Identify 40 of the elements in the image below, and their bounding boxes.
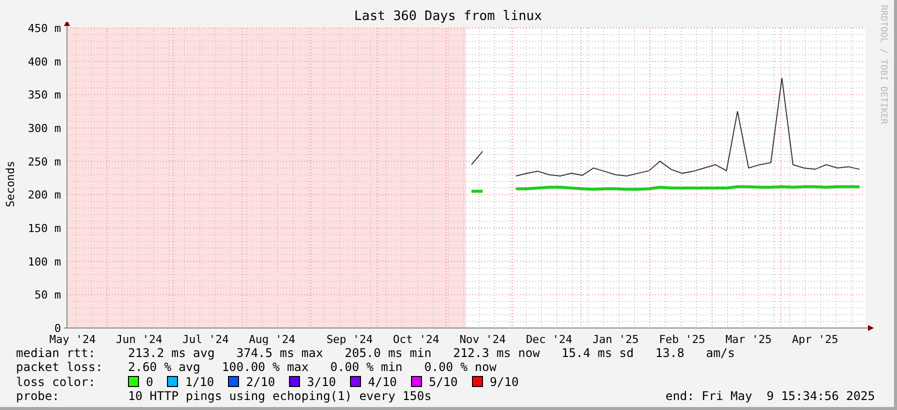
x-tick-label: Aug '24 bbox=[248, 333, 296, 345]
y-tick-label: 0 bbox=[54, 322, 61, 335]
credit-text: RRDTOOL / TOBI OETIKER bbox=[878, 5, 888, 124]
y-tick-label: 400 m bbox=[28, 55, 61, 68]
x-tick-label: Feb '25 bbox=[658, 333, 706, 345]
y-tick-label: 200 m bbox=[28, 188, 61, 202]
loss-color-value: 5/10 bbox=[428, 374, 458, 389]
probe-description: 10 HTTP pings using echoping(1) every 150s bbox=[128, 388, 432, 404]
chart-title: Last 360 Days from linux bbox=[353, 8, 542, 22]
y-tick-label: 350 m bbox=[28, 88, 61, 102]
y-axis-label: Seconds bbox=[5, 160, 17, 207]
loss-color-value: 4/10 bbox=[368, 374, 397, 389]
packet-loss-values: 2.60 % avg 100.00 % max 0.00 % min 0.00 % now bbox=[128, 360, 496, 375]
x-tick-label: Dec '24 bbox=[526, 333, 572, 345]
loss-color-value: 3/10 bbox=[307, 374, 336, 389]
median-rtt-values: 213.2 ms avg 374.5 ms max 205.0 ms min 212.3 ms now 15.4 ms sd 13.8 am/s bbox=[128, 346, 735, 360]
x-tick-label: Oct '24 bbox=[392, 333, 440, 345]
x-tick-label: Jun '24 bbox=[116, 333, 162, 345]
y-tick-label: 150 m bbox=[28, 222, 61, 235]
probe-label: probe: bbox=[16, 388, 60, 404]
loss-color-value: 0 bbox=[146, 374, 154, 389]
y-tick-label: 50 m bbox=[34, 288, 61, 302]
x-tick-label: Jan '25 bbox=[592, 333, 639, 345]
packet-loss-label: packet loss: bbox=[16, 360, 104, 375]
loss-color-value: 9/10 bbox=[490, 374, 519, 389]
end-time: end: Fri May 9 15:34:56 2025 bbox=[665, 388, 875, 404]
x-tick-label: Mar '25 bbox=[725, 333, 772, 345]
loss-color-value: 2/10 bbox=[246, 374, 276, 389]
y-tick-label: 450 m bbox=[28, 22, 61, 35]
x-tick-label: Apr '25 bbox=[792, 333, 838, 345]
median-rtt-label: median rtt: bbox=[16, 346, 96, 360]
x-tick-label: May '24 bbox=[49, 333, 96, 345]
y-tick-label: 300 m bbox=[28, 122, 61, 135]
x-tick-label: Sep '24 bbox=[326, 333, 373, 345]
loss-color-value: 1/10 bbox=[185, 374, 214, 389]
y-tick-label: 250 m bbox=[28, 155, 61, 168]
loss-color-label: loss color: bbox=[16, 374, 96, 389]
y-tick-label: 100 m bbox=[28, 255, 61, 268]
x-tick-label: Jul '24 bbox=[182, 333, 229, 345]
x-tick-label: Nov '24 bbox=[459, 333, 506, 345]
